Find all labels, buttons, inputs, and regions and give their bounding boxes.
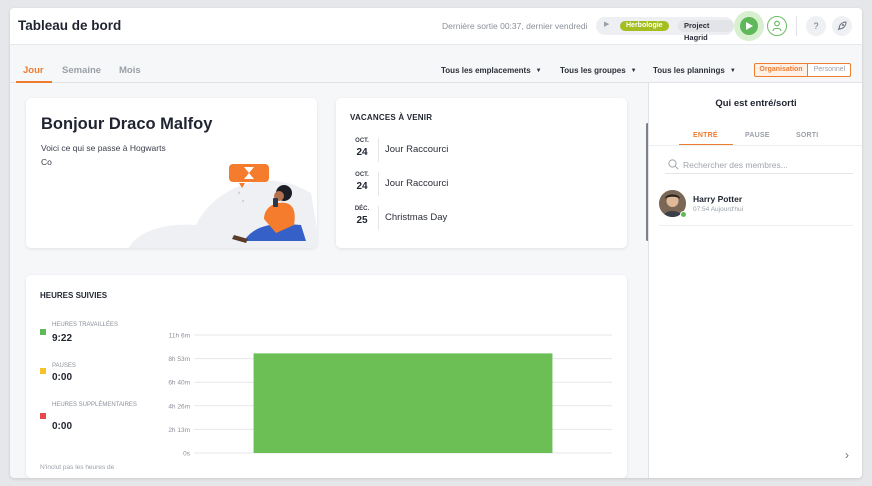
tab-on-break[interactable]: PAUSE [745,132,770,139]
holidays-title: VACANCES À VENIR [350,113,433,122]
caret-down-icon: ▼ [630,68,637,74]
activity-tag[interactable]: Herbologie [620,21,669,31]
last-exit-text: Dernière sortie 00:37, dernier vendredi [442,21,588,31]
chart-ytick-label: 11h 6m [169,333,190,340]
help-button[interactable]: ? [806,16,826,36]
play-small-icon: ▶ [604,21,610,28]
groups-filter[interactable]: Tous les groupes ▼ [560,66,637,75]
schedules-filter-label: Tous les plannings [653,66,725,75]
page-title: Tableau de bord [18,18,122,33]
user-status-button[interactable] [767,16,787,36]
holiday-day: 25 [356,215,368,226]
tab-clocked-in[interactable]: ENTRÉ [693,132,718,139]
tab-week[interactable]: Semaine [62,65,101,76]
tracked-hours-card: HEURES SUIVIES HEURES TRAVAILLÉES 9:22 P… [26,275,627,478]
holiday-name: Jour Raccourci [385,144,449,155]
legend-swatch-green [40,329,46,335]
search-icon [668,159,679,170]
tracked-hours-note: N'inclut pas les heures de [40,464,115,471]
tab-month[interactable]: Mois [119,65,141,76]
holiday-month: OCT. [355,172,369,178]
timer-activity-selector[interactable]: ▶ Herbologie Project Hagrid [596,17,734,42]
holiday-name: Jour Raccourci [385,178,449,189]
user-clock-icon [772,20,782,32]
chart-ytick-label: 8h 53m [168,356,190,363]
start-timer-button[interactable] [740,17,758,35]
view-organisation-button[interactable]: Organisation [755,64,808,76]
member-search-input[interactable] [683,158,848,171]
holiday-item[interactable]: OCT. 24 Jour Raccourci [350,172,610,200]
online-status-dot [680,211,687,218]
holiday-day: 24 [356,147,368,158]
panel-tabs-divider [649,145,862,146]
who-is-in-panel: Qui est entré/sorti ENTRÉ PAUSE SORTI Re… [648,83,862,478]
member-clock-in-time: 07:54 Aujourd'hui [693,206,744,213]
tab-day[interactable]: Jour [23,65,44,76]
view-personal-button[interactable]: Personnel [808,64,850,76]
chart-ytick-label: 2h 13m [168,427,190,434]
holiday-item[interactable]: DÉC. 25 Christmas Day [350,206,610,234]
tracked-hours-chart: 0s 2h 13m 4h 26m 6h 40m 8h 53m 11h 6m [168,333,612,458]
rocket-icon [837,21,847,31]
holiday-name: Christmas Day [385,212,448,223]
panel-title: Qui est entré/sorti [715,98,797,109]
groups-filter-label: Tous les groupes [560,66,626,75]
legend-label: HEURES SUPPLÉMENTAIRES [52,402,137,408]
active-tab-indicator [16,81,52,83]
chevron-right-icon[interactable]: › [845,448,849,462]
member-search [665,156,853,174]
view-toggle: Organisation Personnel [754,63,851,77]
chart-ytick-label: 0s [183,451,191,458]
legend-swatch-red [40,413,46,419]
project-tag[interactable]: Project Hagrid [678,20,734,42]
header-divider [796,16,797,36]
locations-filter[interactable]: Tous les emplacements ▼ [441,66,542,75]
welcome-card: Bonjour Draco Malfoy Voici ce qui se pas… [26,98,317,248]
holiday-month: OCT. [355,138,369,144]
holiday-item[interactable]: OCT. 24 Jour Raccourci [350,138,610,166]
legend-swatch-yellow [40,368,46,374]
caret-down-icon: ▼ [535,68,542,74]
upcoming-holidays-card: VACANCES À VENIR OCT. 24 Jour Raccourci … [336,98,627,248]
chart-ytick-label: 4h 26m [168,403,190,410]
tracked-hours-title: HEURES SUIVIES [40,291,108,300]
holiday-divider [378,206,379,230]
play-icon [746,22,753,30]
help-icon: ? [813,21,819,31]
chart-ytick-label: 6h 40m [168,380,190,387]
legend-label: PAUSES [52,363,76,369]
caret-down-icon: ▼ [729,68,736,74]
dashboard-app: Tableau de bord Dernière sortie 00:37, d… [10,8,862,478]
integrations-button[interactable] [832,16,852,36]
legend-label: HEURES TRAVAILLÉES [52,322,119,328]
holiday-month: DÉC. [354,206,370,212]
schedules-filter[interactable]: Tous les plannings ▼ [653,66,736,75]
legend-value: 9:22 [52,333,73,344]
member-name: Harry Potter [693,194,743,204]
holiday-divider [378,138,379,162]
reading-person-illustration [128,164,317,248]
holiday-day: 24 [356,181,368,192]
holiday-divider [378,172,379,196]
tab-clocked-out[interactable]: SORTI [796,132,818,139]
member-row[interactable]: Harry Potter 07:54 Aujourd'hui [659,190,853,226]
chart-bar-worked-hours[interactable] [253,353,553,453]
legend-value: 0:00 [52,372,73,383]
greeting-title: Bonjour Draco Malfoy [41,115,213,133]
dashboard-toolbar: Jour Semaine Mois Tous les emplacements ▼… [10,45,862,83]
legend-value: 0:00 [52,421,73,432]
top-header: Tableau de bord Dernière sortie 00:37, d… [10,8,862,45]
locations-filter-label: Tous les emplacements [441,66,531,75]
